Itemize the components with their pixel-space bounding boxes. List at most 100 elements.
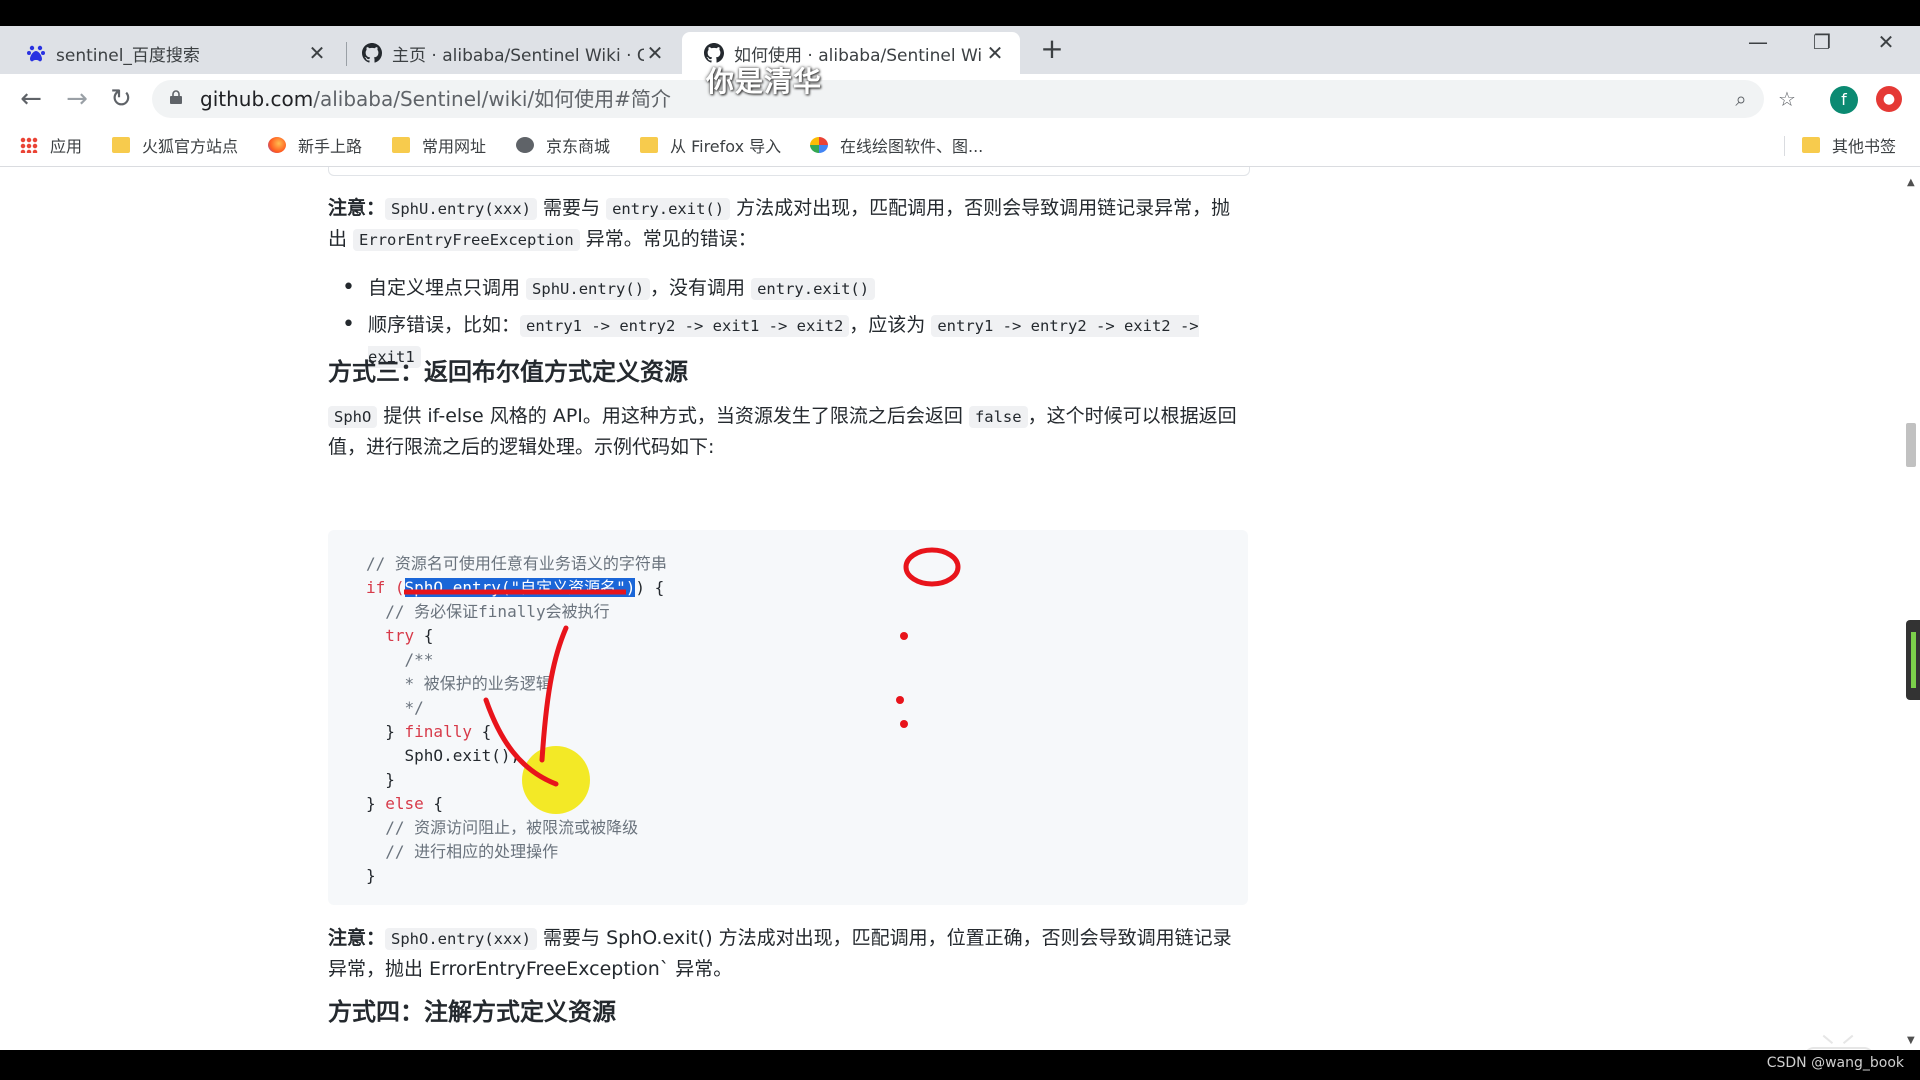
code-token: { — [471, 722, 492, 741]
extension-icon[interactable]: ● — [1876, 86, 1902, 112]
code-text: // 资源名可使用任意有业务语义的字符串 if (SphO.entry("自定义… — [366, 552, 667, 888]
code-keyword: finally — [404, 722, 472, 741]
tab-title: sentinel_百度搜索 — [56, 45, 200, 66]
overlay-caption: 你是清华 — [706, 65, 823, 98]
bookmark-common-sites[interactable]: 常用网址 — [392, 124, 486, 166]
heading-method-4: 方式四：注解方式定义资源 — [328, 998, 616, 1026]
code-keyword: if ( — [366, 578, 405, 597]
bookmark-firefox-import[interactable]: 从 Firefox 导入 — [640, 124, 781, 166]
play-button-ear — [1814, 1034, 1834, 1050]
code-token: } — [366, 770, 395, 789]
selected-code: SphO.entry("自定义资源名") — [404, 578, 636, 597]
note-paragraph: 注意： SphO.entry(xxx) 需要与 SphO.exit() 方法成对出… — [328, 923, 1248, 984]
note-label: 注意： — [328, 927, 386, 949]
inline-code: SphO — [328, 406, 378, 428]
address-bar[interactable]: github.com/alibaba/Sentinel/wiki/如何使用#简介… — [152, 80, 1764, 118]
text-span: ，没有调用 — [650, 277, 752, 299]
screen-top-bar — [0, 0, 1920, 26]
drawing-icon — [810, 137, 828, 153]
tab-sentinel-wiki-home[interactable]: 主页 · alibaba/Sentinel Wiki · G ✕ — [340, 32, 680, 74]
text-span: 自定义埋点只调用 — [368, 277, 527, 299]
csdn-watermark: CSDN @wang_book — [1766, 1055, 1904, 1071]
bookmark-label: 应用 — [50, 137, 83, 156]
bookmark-star-icon[interactable]: ☆ — [1772, 84, 1802, 114]
inline-code: entry.exit() — [606, 198, 731, 220]
bookmark-label: 在线绘图软件、图... — [840, 137, 984, 156]
tab-title: 主页 · alibaba/Sentinel Wiki · G — [392, 45, 644, 66]
bookmark-other[interactable]: 其他书签 — [1802, 124, 1896, 166]
apps-grid-icon — [20, 137, 38, 153]
code-comment: * 被保护的业务逻辑 — [366, 674, 552, 693]
tab-baidu[interactable]: sentinel_百度搜索 ✕ — [4, 32, 342, 74]
firefox-icon — [268, 137, 286, 153]
lock-icon — [170, 90, 182, 104]
code-comment: // 资源访问阻止，被限流或被降级 — [366, 818, 639, 837]
inline-code: false — [968, 406, 1028, 428]
close-tab-icon[interactable]: ✕ — [984, 41, 1006, 65]
text-span: 需要与 — [537, 197, 607, 219]
code-token: { — [414, 626, 434, 645]
list-item: 自定义埋点只调用 SphU.entry()，没有调用 entry.exit() — [328, 273, 1248, 304]
bookmark-jd[interactable]: 京东商城 — [516, 124, 610, 166]
github-icon — [362, 43, 382, 63]
code-keyword: else — [385, 794, 424, 813]
bookmark-label: 火狐官方站点 — [142, 137, 239, 156]
folder-icon — [392, 137, 410, 153]
new-tab-button[interactable]: + — [1038, 35, 1066, 64]
page-viewport: 注意： SphU.entry(xxx) 需要与 entry.exit() 方法成对… — [0, 167, 1902, 1050]
previous-block-edge — [328, 167, 1250, 176]
minimize-icon[interactable]: — — [1736, 26, 1780, 58]
bookmarks-bar: 应用 火狐官方站点 新手上路 常用网址 京东商城 从 Firefox 导入 在线… — [0, 124, 1920, 167]
scrollbar-thumb[interactable] — [1906, 423, 1916, 467]
folder-icon — [112, 137, 130, 153]
bookmark-label: 其他书签 — [1832, 137, 1897, 156]
bookmark-drawing[interactable]: 在线绘图软件、图... — [810, 124, 983, 166]
bookmark-firefox-site[interactable]: 火狐官方站点 — [112, 124, 238, 166]
code-token: SphO.exit(); — [366, 746, 521, 765]
inline-code: entry1 -> entry2 -> exit1 -> exit2 — [520, 315, 850, 337]
bookmark-label: 从 Firefox 导入 — [670, 137, 782, 156]
screen-bottom-bar: CSDN @wang_book — [0, 1050, 1920, 1080]
code-token: ) { — [635, 578, 665, 597]
scroll-down-arrow-icon[interactable]: ▼ — [1907, 1035, 1915, 1046]
bookmark-label: 常用网址 — [422, 137, 487, 156]
browser-toolbar: ← → ↻ github.com/alibaba/Sentinel/wiki/如… — [0, 74, 1920, 124]
text-span: ，应该为 — [849, 314, 932, 336]
close-tab-icon[interactable]: ✕ — [644, 41, 666, 65]
bookmark-label: 新手上路 — [298, 137, 363, 156]
url-host: github.com — [200, 87, 314, 111]
text-span: 提供 if-else 风格的 API。用这种方式，当资源发生了限流之后会返回 — [377, 405, 969, 427]
note-paragraph: 注意： SphU.entry(xxx) 需要与 entry.exit() 方法成对… — [328, 193, 1248, 255]
url-path: /alibaba/Sentinel/wiki/如何使用#简介 — [313, 87, 671, 111]
text-span: 异常。常见的错误： — [579, 228, 757, 250]
tab-strip: sentinel_百度搜索 ✕ 主页 · alibaba/Sentinel Wi… — [0, 26, 1920, 74]
side-indicator — [1906, 620, 1920, 700]
scroll-up-arrow-icon[interactable]: ▲ — [1907, 177, 1915, 188]
code-comment: // 资源名可使用任意有业务语义的字符串 — [366, 554, 667, 573]
globe-icon — [516, 137, 534, 153]
page-scrollbar[interactable]: ▲ ▼ — [1902, 167, 1920, 1050]
heading-method-3: 方式三：返回布尔值方式定义资源 — [328, 358, 688, 386]
code-comment: // 务必保证finally会被执行 — [366, 602, 610, 621]
inline-code: entry.exit() — [751, 278, 876, 300]
reload-icon[interactable]: ↻ — [104, 82, 138, 116]
code-comment: */ — [366, 698, 424, 717]
url-text: github.com/alibaba/Sentinel/wiki/如何使用#简介 — [200, 80, 671, 118]
restore-icon[interactable]: ❐ — [1800, 26, 1844, 58]
close-tab-icon[interactable]: ✕ — [306, 41, 328, 65]
code-comment: /** — [366, 650, 434, 669]
bookmark-getting-started[interactable]: 新手上路 — [268, 124, 362, 166]
code-token: { — [423, 794, 444, 813]
folder-icon — [1802, 137, 1820, 153]
code-keyword: try — [385, 626, 415, 645]
note-label: 注意： — [328, 197, 386, 219]
zoom-icon[interactable]: ⌕ — [1726, 84, 1756, 114]
close-window-icon[interactable]: ✕ — [1864, 26, 1908, 58]
bookmark-apps[interactable]: 应用 — [20, 124, 82, 166]
back-arrow-icon[interactable]: ← — [14, 82, 48, 116]
code-block[interactable]: // 资源名可使用任意有业务语义的字符串 if (SphO.entry("自定义… — [328, 530, 1248, 905]
profile-avatar[interactable]: f — [1830, 86, 1858, 114]
code-token: } — [366, 794, 386, 813]
folder-icon — [640, 137, 658, 153]
forward-arrow-icon[interactable]: → — [60, 82, 94, 116]
